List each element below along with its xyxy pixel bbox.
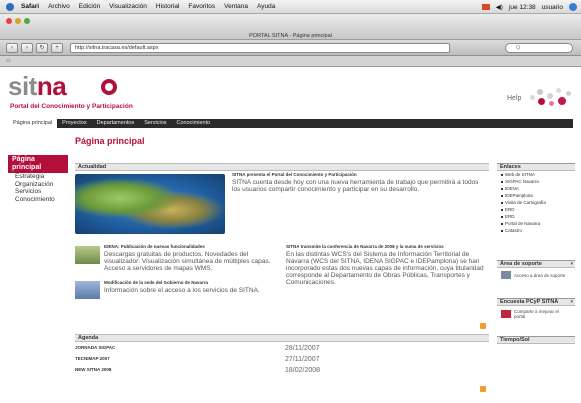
minimize-window-icon[interactable] (15, 18, 21, 24)
nav-proyectos[interactable]: Proyectos (57, 119, 91, 128)
enlace-item[interactable]: IDEPamplona (497, 192, 575, 199)
menu-archivo[interactable]: Archivo (48, 3, 70, 10)
bookmarks-icon[interactable]: ▭ (6, 58, 11, 64)
leftnav-item-servicios[interactable]: Servicios (8, 188, 68, 196)
agenda-header: Agenda (75, 334, 489, 342)
enlace-item[interactable]: ERD (497, 206, 575, 213)
zoom-window-icon[interactable] (24, 18, 30, 24)
enlace-item[interactable]: Portal de Navarra (497, 220, 575, 227)
left-navigation: Página principal Estrategia Organización… (8, 155, 68, 203)
menu-app-safari[interactable]: Safari (21, 3, 39, 10)
survey-icon (501, 310, 511, 318)
menu-ventana[interactable]: Ventana (224, 3, 248, 10)
encuesta-header: Encuesta PCyP SITNA ▾ (497, 298, 575, 306)
agenda-row[interactable]: TECNIMAP 2007 27/11/2007 (75, 356, 485, 365)
support-icon (501, 271, 511, 279)
enlace-item[interactable]: SIGPAC Navarra (497, 178, 575, 185)
clock-text[interactable]: jue 12:38 (509, 4, 536, 11)
flag-icon[interactable] (481, 4, 490, 10)
soporte-box: Área de soporte ▾ Acceso a área de soport… (497, 260, 575, 282)
sitna-logo-mark-icon (101, 79, 117, 95)
collapse-arrow-icon[interactable]: ▾ (570, 261, 573, 267)
agenda-event[interactable]: TECNIMAP 2007 (75, 356, 110, 361)
page-title: Página principal (75, 136, 145, 146)
news3-title[interactable]: SITNA transmite la conferencia de Navarr… (286, 244, 486, 250)
agenda-event[interactable]: JORNADA SIGPAC (75, 345, 115, 350)
spotlight-icon[interactable] (569, 3, 577, 11)
earth-globe-image (75, 174, 225, 234)
site-header: sitna Portal del Conocimiento y Particip… (0, 67, 581, 115)
site-tagline: Portal del Conocimiento y Participación (10, 103, 133, 110)
agenda-row[interactable]: JORNADA SIGPAC 28/11/2007 (75, 345, 485, 354)
agenda-row[interactable]: NEW SITNA 2008 18/02/2008 (75, 367, 485, 376)
decorative-dots-icon (528, 85, 572, 107)
news1-thumbnail[interactable] (75, 246, 100, 264)
apple-icon[interactable] (6, 2, 14, 11)
site-navbar: Página principal Proyectos Departamentos… (8, 119, 573, 128)
nav-conocimiento[interactable]: Conocimiento (172, 119, 216, 128)
leftnav-item-conocimiento[interactable]: Conocimiento (8, 196, 68, 204)
agenda-date: 27/11/2007 (285, 356, 320, 363)
agenda-event[interactable]: NEW SITNA 2008 (75, 367, 111, 372)
menu-visualizacion[interactable]: Visualización (109, 3, 147, 10)
menu-historial[interactable]: Historial (156, 3, 179, 10)
add-bookmark-button[interactable]: + (51, 42, 63, 53)
help-link[interactable]: Help (507, 95, 521, 102)
news1-body: Descargas gratuitas de productos. Noveda… (104, 251, 271, 272)
nav-servicios[interactable]: Servicios (139, 119, 171, 128)
lead-news-body: SITNA cuenta desde hoy con una nueva her… (232, 179, 479, 193)
menu-favoritos[interactable]: Favoritos (188, 3, 215, 10)
close-window-icon[interactable] (6, 18, 12, 24)
reload-button[interactable]: ↻ (36, 42, 48, 53)
tiempo-box: Tiempo/Sol (497, 336, 575, 344)
agenda-date: 18/02/2008 (285, 367, 321, 374)
tiempo-header: Tiempo/Sol (497, 336, 575, 344)
window-titlebar: PORTAL SITNA - Página principal (0, 14, 581, 40)
window-controls (6, 18, 33, 24)
collapse-arrow-icon[interactable]: ▾ (570, 299, 573, 305)
forward-button[interactable]: › (21, 42, 33, 53)
enlace-item[interactable]: IDENA (497, 185, 575, 192)
mac-menubar: Safari Archivo Edición Visualización His… (0, 0, 581, 14)
leftnav-item-organizacion[interactable]: Organización (8, 181, 68, 189)
sitna-logo[interactable]: sitna (8, 71, 67, 101)
leftnav-item-estrategia[interactable]: Estrategia (8, 173, 68, 181)
volume-icon[interactable]: ◀) (496, 3, 503, 11)
actualidad-rss-icon[interactable] (480, 323, 486, 329)
leftnav-header[interactable]: Página principal (8, 155, 68, 173)
menubar-status: ◀) jue 12:38 usuario (476, 0, 577, 14)
nav-departamentos[interactable]: Departamentos (92, 119, 140, 128)
address-field[interactable]: http://sitna.tracasa.es/default.aspx (70, 42, 450, 53)
window-title: PORTAL SITNA - Página principal (249, 33, 332, 39)
news2-title[interactable]: Modificación de la sede del Gobierno de … (104, 280, 274, 286)
news2-body: Información sobre el acceso a los servic… (104, 287, 260, 294)
enlaces-header: Enlaces (497, 163, 575, 171)
back-button[interactable]: ‹ (6, 42, 18, 53)
encuesta-box: Encuesta PCyP SITNA ▾ Comparte a mejorar … (497, 298, 575, 322)
news1-title[interactable]: IDENA: Publicación de nuevas funcionalid… (104, 244, 274, 250)
soporte-link[interactable]: Acceso a área de soporte (497, 268, 575, 282)
browser-toolbar: ‹ › ↻ + http://sitna.tracasa.es/default.… (0, 40, 581, 56)
news3-body: En las distintas WCS's del Sistema de In… (286, 251, 484, 286)
enlace-item[interactable]: Web de SITNA (497, 171, 575, 178)
menu-ayuda[interactable]: Ayuda (257, 3, 275, 10)
news2-thumbnail[interactable] (75, 281, 100, 299)
soporte-header: Área de soporte ▾ (497, 260, 575, 268)
agenda-rss-icon[interactable] (480, 386, 486, 392)
bookmarks-bar: ▭ (0, 56, 581, 67)
enlaces-box: Enlaces Web de SITNA SIGPAC Navarra IDEN… (497, 163, 575, 234)
menu-edicion[interactable]: Edición (79, 3, 100, 10)
encuesta-link[interactable]: Comparte a mejorar el portal (497, 306, 575, 322)
lead-news-title[interactable]: SITNA presenta el Portal del Conocimient… (232, 172, 482, 178)
agenda-date: 28/11/2007 (285, 345, 320, 352)
user-name[interactable]: usuario (542, 4, 563, 11)
enlace-item[interactable]: Visita de Cartografía (497, 199, 575, 206)
actualidad-header: Actualidad (75, 163, 489, 171)
enlace-item[interactable]: Catastro (497, 227, 575, 234)
nav-pagina-principal[interactable]: Página principal (8, 119, 58, 128)
search-field[interactable]: Q (505, 43, 573, 53)
enlace-item[interactable]: ERD (497, 213, 575, 220)
